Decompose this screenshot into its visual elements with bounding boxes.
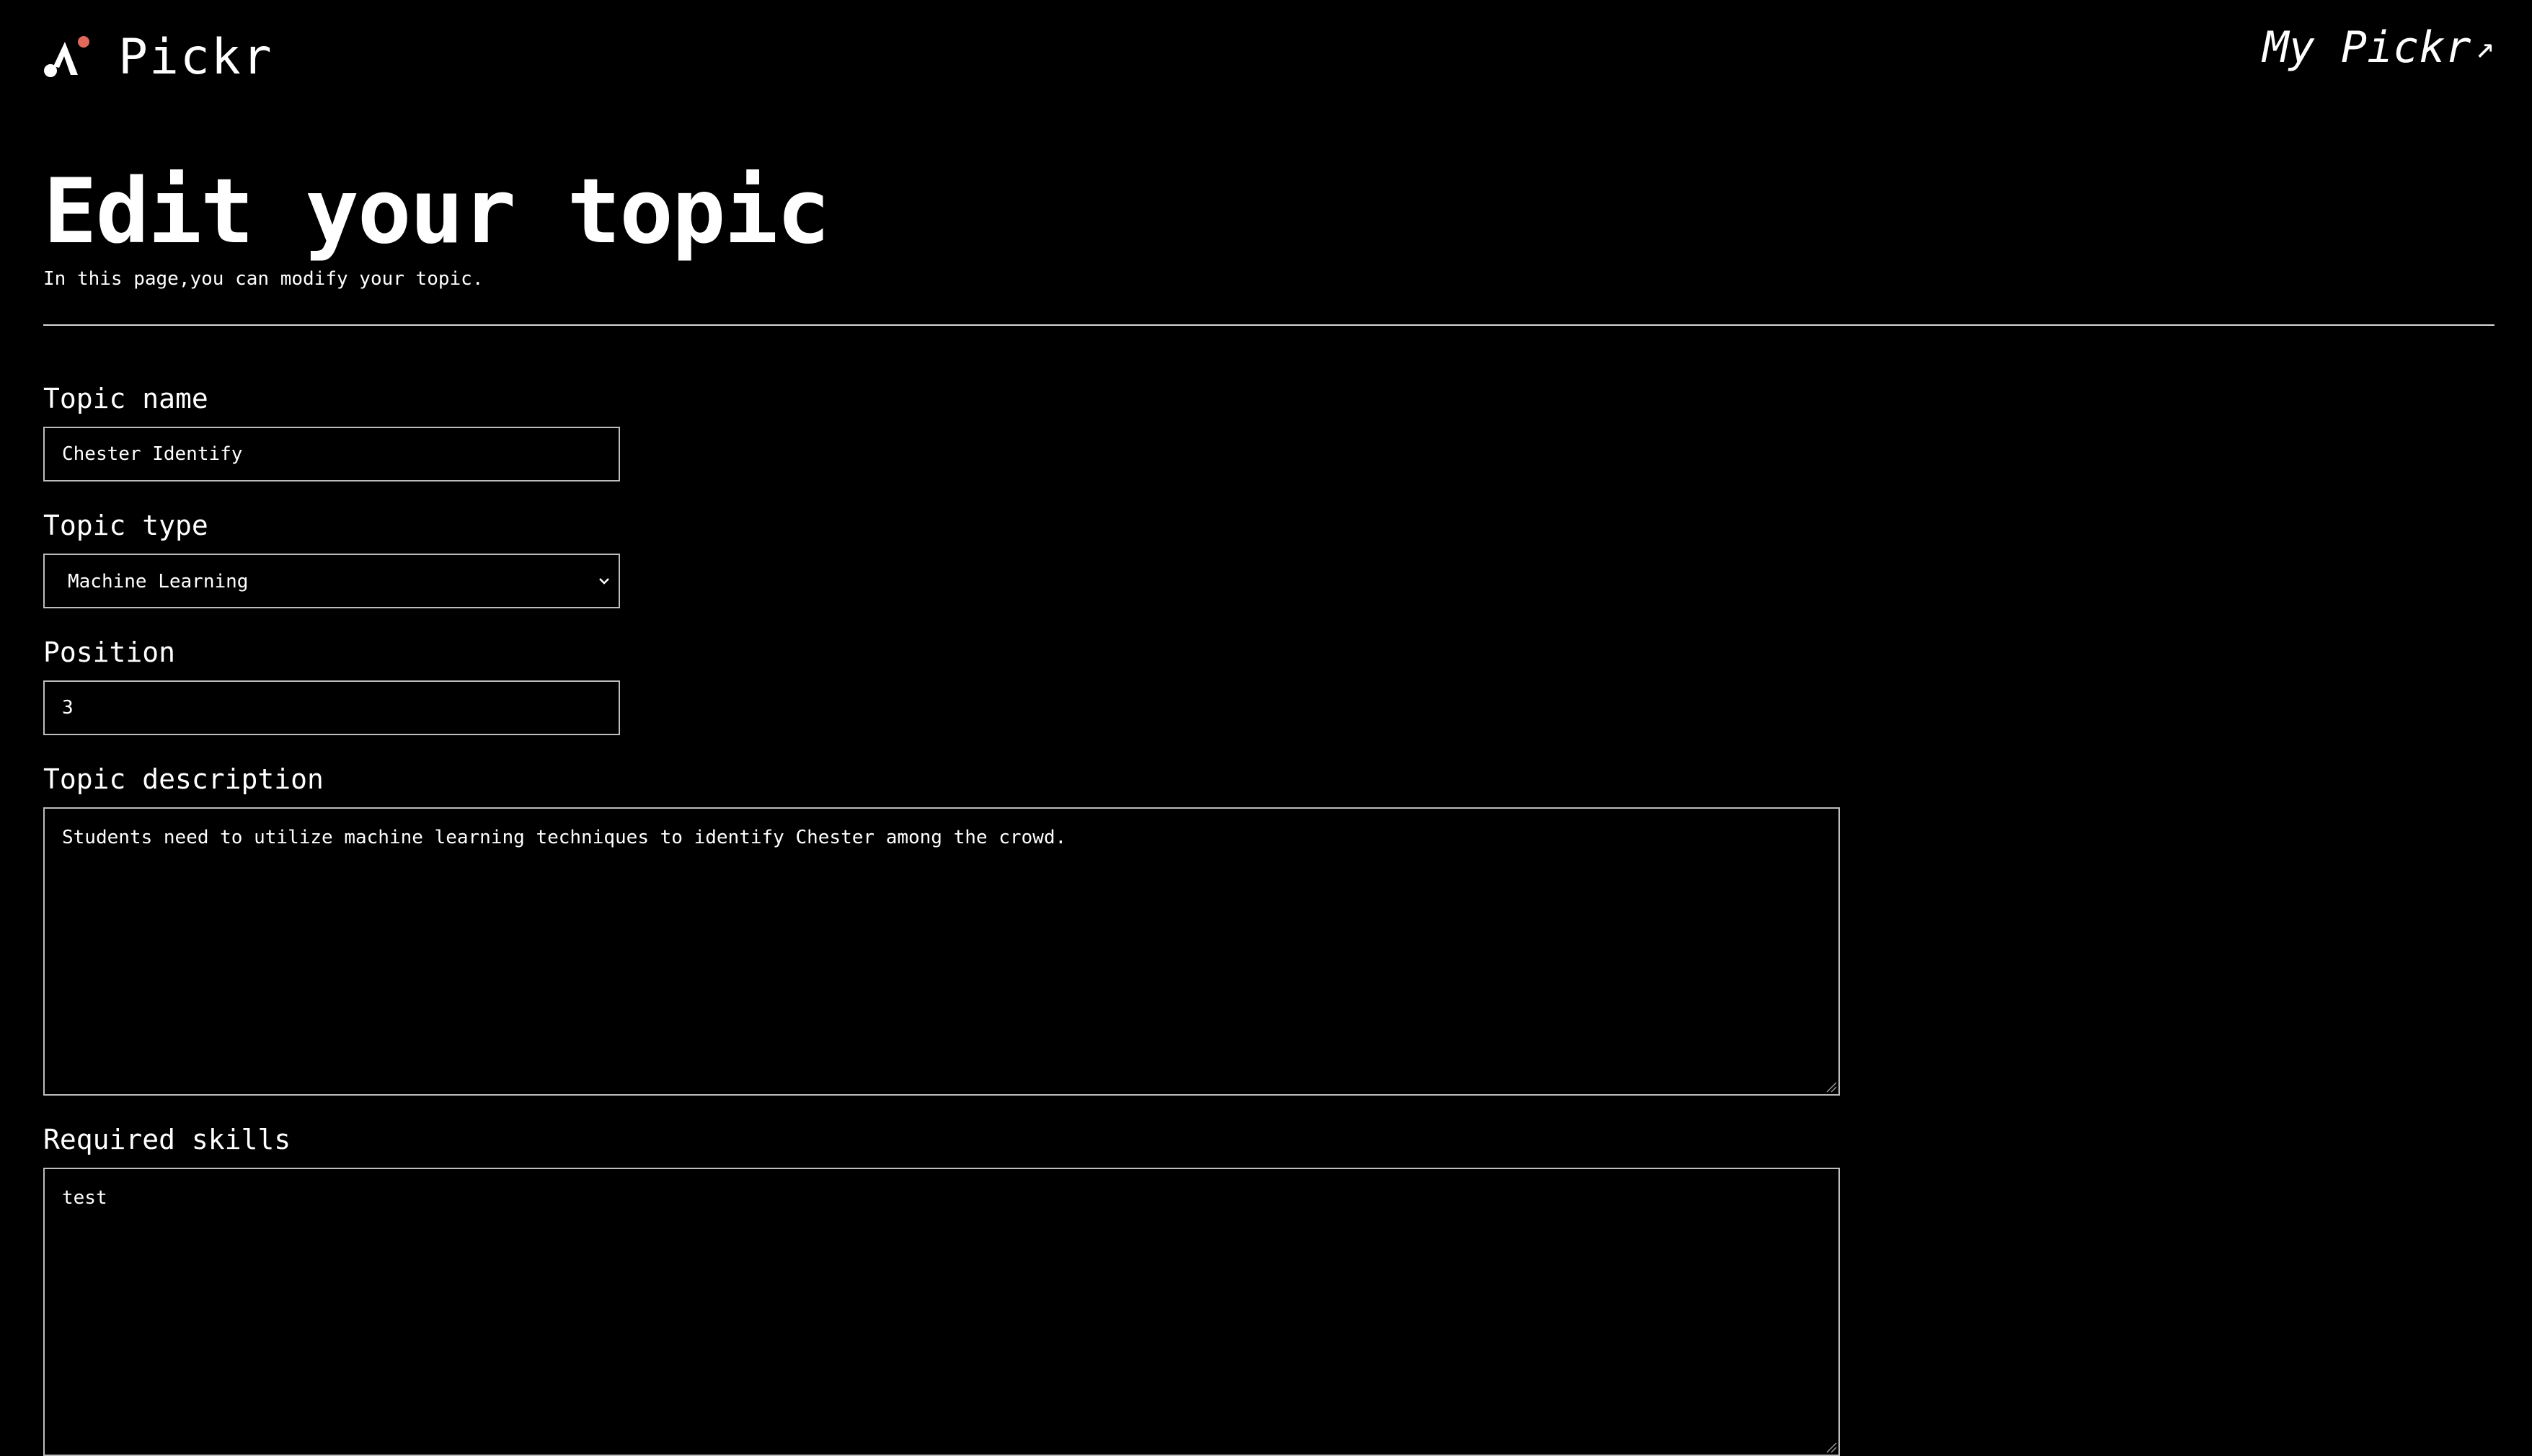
top-nav: Pickr My Pickr ↗ bbox=[43, 22, 2495, 86]
topic-name-input[interactable] bbox=[43, 427, 620, 481]
chevron-down-icon bbox=[599, 578, 609, 585]
position-label: Position bbox=[43, 636, 176, 668]
topic-name-label: Topic name bbox=[43, 383, 208, 414]
brand-logo[interactable]: Pickr bbox=[43, 29, 273, 86]
resize-handle-icon[interactable] bbox=[1824, 1440, 1837, 1453]
header-divider bbox=[43, 324, 2495, 326]
required-skills-label: Required skills bbox=[43, 1124, 291, 1155]
topic-type-selected-value: Machine Learning bbox=[68, 571, 249, 592]
topic-description-label: Topic description bbox=[43, 763, 324, 795]
page-title: Edit your topic bbox=[43, 160, 831, 264]
required-skills-text: test bbox=[62, 1187, 107, 1209]
topic-type-select[interactable]: Machine Learning bbox=[43, 554, 620, 608]
page-subtitle: In this page,you can modify your topic. bbox=[43, 268, 484, 290]
topic-type-label: Topic type bbox=[43, 510, 208, 541]
position-input[interactable] bbox=[43, 680, 620, 735]
brand-name: Pickr bbox=[118, 29, 273, 86]
my-pickr-link[interactable]: My Pickr ↗ bbox=[2263, 26, 2495, 69]
required-skills-textarea[interactable]: test bbox=[43, 1168, 1840, 1456]
topic-description-textarea[interactable]: Students need to utilize machine learnin… bbox=[43, 807, 1840, 1096]
pickr-logo-icon bbox=[44, 36, 89, 77]
my-pickr-label: My Pickr bbox=[2262, 22, 2471, 73]
resize-handle-icon[interactable] bbox=[1824, 1080, 1837, 1093]
topic-description-text: Students need to utilize machine learnin… bbox=[62, 827, 1067, 848]
external-arrow-icon: ↗ bbox=[2475, 29, 2495, 66]
